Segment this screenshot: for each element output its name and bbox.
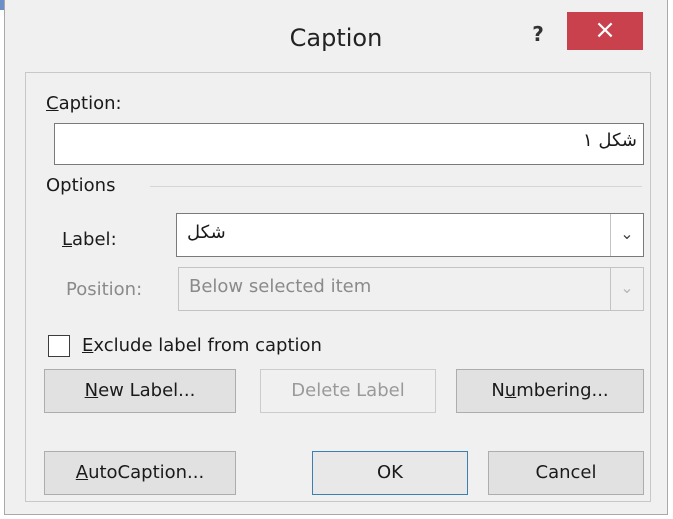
options-heading: Options — [46, 175, 116, 196]
autocaption-button[interactable]: AutoCaption... — [44, 451, 236, 495]
chevron-down-icon[interactable]: ⌄ — [610, 214, 643, 256]
cancel-button[interactable]: Cancel — [488, 451, 644, 495]
title-bar: Caption ? × — [5, 0, 667, 80]
close-button[interactable]: × — [567, 12, 643, 50]
caption-dialog: Caption ? × Caption: شکل ۱ Options Label… — [4, 0, 668, 515]
numbering-button[interactable]: Numbering... — [456, 369, 644, 413]
ok-button[interactable]: OK — [312, 451, 468, 495]
options-divider — [150, 186, 642, 187]
caption-label: Caption: — [46, 93, 122, 114]
position-combo: Below selected item ⌄ — [178, 267, 644, 311]
new-label-button[interactable]: New Label... — [44, 369, 236, 413]
label-combo-value: شکل — [187, 222, 226, 243]
label-combo[interactable]: شکل ⌄ — [176, 213, 644, 257]
chevron-down-icon: ⌄ — [610, 268, 643, 310]
exclude-label-checkbox[interactable] — [48, 335, 70, 357]
exclude-label-text[interactable]: Exclude label from caption — [82, 335, 322, 356]
dialog-body: Caption: شکل ۱ Options Label: شکل ⌄ Posi… — [25, 72, 651, 502]
close-icon: × — [594, 15, 616, 45]
help-button[interactable]: ? — [523, 20, 553, 48]
position-combo-value: Below selected item — [189, 276, 372, 297]
label-field-label: Label: — [62, 229, 117, 250]
caption-input[interactable]: شکل ۱ — [54, 123, 644, 165]
delete-label-button: Delete Label — [260, 369, 436, 413]
position-field-label: Position: — [66, 279, 143, 300]
